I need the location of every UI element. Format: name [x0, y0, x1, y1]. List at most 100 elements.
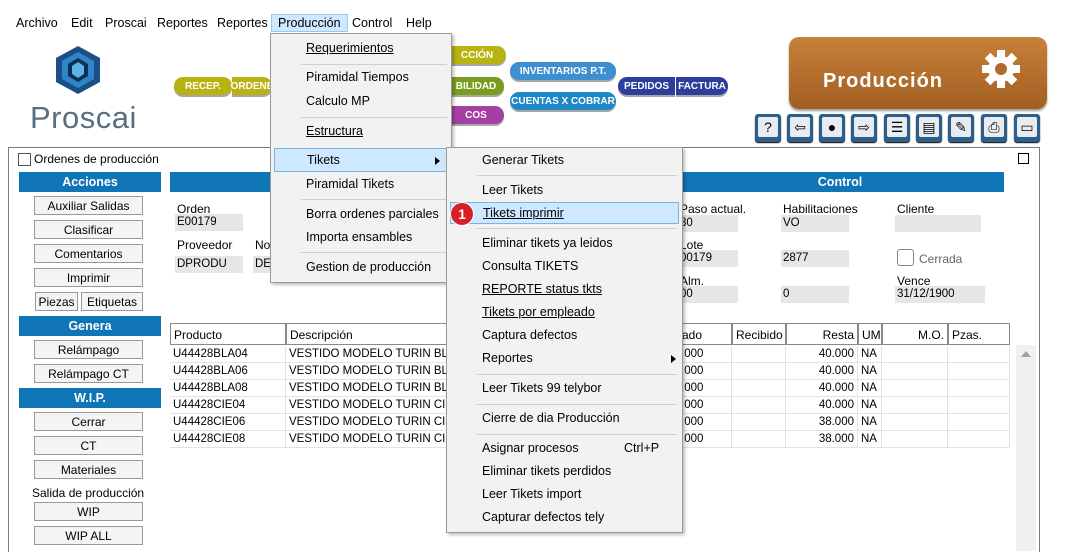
cell-descripcion[interactable]: VESTIDO MODELO TURIN CIE C [286, 414, 450, 431]
cell-descripcion[interactable]: VESTIDO MODELO TURIN CIE C [286, 431, 450, 448]
auxiliar-salidas-button[interactable]: Auxiliar Salidas [34, 196, 143, 215]
cell-producto[interactable]: U44428BLA06 [170, 363, 286, 380]
cell-mo[interactable] [882, 431, 948, 448]
vence-field[interactable]: 31/12/1900 [895, 286, 985, 303]
cell-resta[interactable]: 38.000 [786, 431, 858, 448]
relampago-ct-button[interactable]: Relámpago CT [34, 364, 143, 383]
cell-producto[interactable]: U44428BLA04 [170, 346, 286, 363]
cell-resta[interactable]: 40.000 [786, 397, 858, 414]
cell-mo[interactable] [882, 363, 948, 380]
menu-item-captura-defectos[interactable]: Captura defectos [482, 328, 577, 342]
cell-solicitado[interactable]: .000 [678, 363, 732, 380]
menu-item-capturar-defectos-tely[interactable]: Capturar defectos tely [482, 510, 604, 524]
cell-um[interactable]: NA [858, 346, 882, 363]
menu-item-requerimientos[interactable]: Requerimientos [306, 41, 394, 55]
piezas-button[interactable]: Piezas [35, 292, 78, 311]
col-descripcion[interactable]: Descripción [286, 323, 450, 345]
imprimir-button[interactable]: Imprimir [34, 268, 143, 287]
cell-descripcion[interactable]: VESTIDO MODELO TURIN CIE C [286, 397, 450, 414]
cell-resta[interactable]: 40.000 [786, 380, 858, 397]
cell-pzas[interactable] [948, 380, 1010, 397]
vertical-scrollbar[interactable] [1016, 345, 1036, 551]
list-icon[interactable]: ☰ [884, 114, 910, 142]
cell-resta[interactable]: 40.000 [786, 346, 858, 363]
cell-mo[interactable] [882, 346, 948, 363]
menu-item-leer-tikets-99[interactable]: Leer Tikets 99 telybor [482, 381, 602, 395]
menu-item-reportes[interactable]: Reportes [482, 351, 533, 365]
lote-field[interactable]: 00179 [678, 250, 738, 267]
menu-archivo[interactable]: Archivo [16, 16, 58, 30]
menu-item-leer-tikets-import[interactable]: Leer Tikets import [482, 487, 581, 501]
wip-button[interactable]: WIP [34, 502, 143, 521]
cell-um[interactable]: NA [858, 431, 882, 448]
menu-item-leer-tikets[interactable]: Leer Tikets [482, 183, 543, 197]
factura-button[interactable]: FACTURA [676, 77, 728, 95]
cell-um[interactable]: NA [858, 363, 882, 380]
cell-recibido[interactable] [732, 431, 786, 448]
cell-resta[interactable]: 40.000 [786, 363, 858, 380]
almacen-field[interactable]: 00 [678, 286, 738, 303]
produccion-button[interactable]: CCIÓN [448, 46, 506, 64]
menu-item-gestion-produccion[interactable]: Gestion de producción [306, 260, 431, 274]
menu-item-calculo-mp[interactable]: Calculo MP [306, 94, 370, 108]
cell-recibido[interactable] [732, 346, 786, 363]
col-pzas[interactable]: Pzas. [948, 323, 1010, 345]
clasificar-button[interactable]: Clasificar [34, 220, 143, 239]
wip-all-button[interactable]: WIP ALL [34, 526, 143, 545]
pedidos-button[interactable]: PEDIDOS [618, 77, 675, 95]
menu-item-cierre-dia[interactable]: Cierre de dia Producción [482, 411, 620, 425]
menu-help[interactable]: Help [406, 16, 432, 30]
cell-descripcion[interactable]: VESTIDO MODELO TURIN BLA C [286, 346, 450, 363]
col-um[interactable]: UM [858, 323, 882, 345]
contabilidad-button[interactable]: BILIDAD [448, 77, 504, 95]
ct-button[interactable]: CT [34, 436, 143, 455]
cell-solicitado[interactable]: .000 [678, 380, 732, 397]
search-icon[interactable]: ● [819, 114, 845, 142]
cell-um[interactable]: NA [858, 380, 882, 397]
cell-descripcion[interactable]: VESTIDO MODELO TURIN BLA C [286, 363, 450, 380]
menu-item-tikets[interactable]: Tikets [274, 148, 447, 172]
ordenes-button[interactable]: ORDENE [231, 77, 273, 95]
menu-item-tikets-imprimir[interactable]: Tikets imprimir [450, 202, 679, 224]
cell-solicitado[interactable]: .000 [678, 397, 732, 414]
edit-list-icon[interactable]: ▤ [916, 114, 942, 142]
scroll-up-icon[interactable] [1021, 351, 1031, 357]
cell-recibido[interactable] [732, 380, 786, 397]
almacen-secondary-field[interactable]: 0 [781, 286, 849, 303]
paso-actual-field[interactable]: 80 [678, 215, 738, 232]
col-resta[interactable]: Resta [786, 323, 858, 345]
orden-field[interactable]: E00179 [175, 214, 243, 231]
cell-pzas[interactable] [948, 397, 1010, 414]
menu-item-estructura[interactable]: Estructura [306, 124, 363, 138]
menu-produccion[interactable]: Producción [271, 14, 348, 32]
proveedor-field[interactable]: DPRODU [175, 256, 243, 273]
menu-item-importa-ensambles[interactable]: Importa ensambles [306, 230, 412, 244]
recep-button[interactable]: RECEP. [174, 77, 232, 95]
cell-solicitado[interactable]: .000 [678, 346, 732, 363]
menu-control[interactable]: Control [352, 16, 392, 30]
col-solicitado[interactable]: ado [678, 323, 732, 345]
cell-producto[interactable]: U44428CIE04 [170, 397, 286, 414]
maximize-icon[interactable] [1018, 153, 1029, 164]
edit-icon[interactable]: ✎ [948, 114, 974, 142]
relampago-button[interactable]: Relámpago [34, 340, 143, 359]
cell-pzas[interactable] [948, 363, 1010, 380]
menu-item-reporte-status[interactable]: REPORTE status tkts [482, 282, 602, 296]
arrow-left-icon[interactable]: ⇦ [787, 114, 813, 142]
inventarios-button[interactable]: INVENTARIOS P.T. [510, 62, 616, 80]
menu-edit[interactable]: Edit [71, 16, 93, 30]
cell-recibido[interactable] [732, 363, 786, 380]
menu-item-consulta-tikets[interactable]: Consulta TIKETS [482, 259, 578, 273]
comentarios-button[interactable]: Comentarios [34, 244, 143, 263]
print-icon[interactable]: ⎙ [981, 114, 1007, 142]
cliente-field[interactable] [895, 215, 981, 232]
cell-solicitado[interactable]: .000 [678, 414, 732, 431]
cuentas-x-cobrar-button[interactable]: CUENTAS X COBRAR [510, 92, 616, 110]
col-mo[interactable]: M.O. [882, 323, 948, 345]
menu-item-asignar-procesos[interactable]: Asignar procesos [482, 441, 579, 455]
menu-item-tikets-por-empleado[interactable]: Tikets por empleado [482, 305, 595, 319]
cell-solicitado[interactable]: .000 [678, 431, 732, 448]
arrow-right-icon[interactable]: ⇨ [851, 114, 877, 142]
help-icon[interactable]: ? [755, 114, 781, 142]
menu-item-piramidal-tikets[interactable]: Piramidal Tikets [306, 177, 394, 191]
